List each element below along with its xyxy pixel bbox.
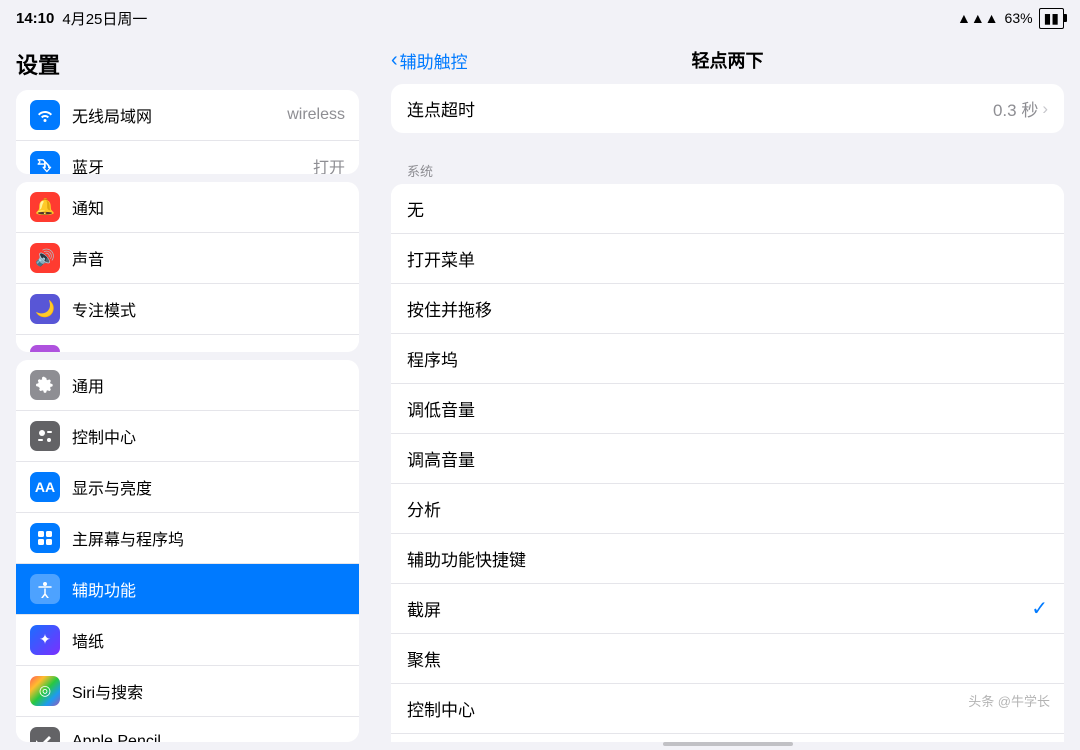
sounds-label: 声音 <box>72 246 345 270</box>
sidebar-item-notifications[interactable]: 🔔 通知 <box>16 182 359 233</box>
sidebar-item-wallpaper[interactable]: ✦ 墙纸 <box>16 615 359 666</box>
sidebar-item-applepencil[interactable]: Apple Pencil <box>16 717 359 742</box>
wifi-icon <box>30 100 60 130</box>
display-icon: AA <box>30 472 60 502</box>
menu-item-row[interactable]: 捏合和旋转 <box>391 734 1064 742</box>
bottom-bar <box>375 742 1080 750</box>
menu-item-label: 无 <box>407 196 1048 221</box>
wifi-icon: ▲▲▲ <box>957 10 999 26</box>
menu-item-row[interactable]: 分析 <box>391 484 1064 534</box>
menu-item-row[interactable]: 无 <box>391 184 1064 234</box>
nav-back-label: 辅助触控 <box>400 48 468 73</box>
applepencil-icon <box>30 727 60 742</box>
wifi-value: wireless <box>287 106 345 124</box>
status-bar: 14:10 4月25日周一 ▲▲▲ 63% ▮▮ <box>0 0 1080 36</box>
sidebar-group-system: 🔔 通知 🔊 声音 🌙 专注模式 ⏱ 屏幕使用时间 <box>16 182 359 351</box>
battery-icon: ▮▮ <box>1039 8 1064 29</box>
menu-item-label: 调高音量 <box>407 446 1048 471</box>
nav-header: ‹ 辅助触控 轻点两下 <box>375 36 1080 84</box>
sidebar-group-settings: 通用 控制中心 AA 显示与亮度 <box>16 360 359 742</box>
right-panel: ‹ 辅助触控 轻点两下 连点超时 0.3 秒 › 系统 无打开菜 <box>375 36 1080 750</box>
wallpaper-label: 墙纸 <box>72 628 345 652</box>
main-container: 设置 无线局域网 wireless ⮷ 蓝牙 打开 🔔 <box>0 36 1080 750</box>
control-icon <box>30 421 60 451</box>
chevron-left-icon: ‹ <box>391 49 398 72</box>
menu-item-row[interactable]: 调低音量 <box>391 384 1064 434</box>
sidebar-item-general[interactable]: 通用 <box>16 360 359 411</box>
accessibility-label: 辅助功能 <box>72 577 345 601</box>
sidebar-title: 设置 <box>0 36 375 90</box>
timeout-value-text: 0.3 秒 <box>993 96 1038 121</box>
sidebar-item-accessibility[interactable]: 辅助功能 <box>16 564 359 615</box>
bluetooth-label: 蓝牙 <box>72 154 313 174</box>
timeout-row[interactable]: 连点超时 0.3 秒 › <box>391 84 1064 133</box>
screentime-label: 屏幕使用时间 <box>72 348 345 351</box>
sounds-icon: 🔊 <box>30 243 60 273</box>
nav-back-button[interactable]: ‹ 辅助触控 <box>391 48 468 73</box>
sidebar-item-wifi[interactable]: 无线局域网 wireless <box>16 90 359 141</box>
display-label: 显示与亮度 <box>72 475 345 499</box>
wifi-label: 无线局域网 <box>72 103 287 127</box>
sidebar-item-focus[interactable]: 🌙 专注模式 <box>16 284 359 335</box>
control-label: 控制中心 <box>72 424 345 448</box>
timeout-group: 连点超时 0.3 秒 › <box>391 84 1064 133</box>
screentime-icon: ⏱ <box>30 345 60 351</box>
menu-item-label: 打开菜单 <box>407 246 1048 271</box>
homescreen-label: 主屏幕与程序坞 <box>72 526 345 550</box>
home-indicator <box>663 742 793 746</box>
bluetooth-value: 打开 <box>313 154 345 174</box>
bluetooth-icon: ⮷ <box>30 151 60 174</box>
menu-item-label: 辅助功能快捷键 <box>407 546 1048 571</box>
menu-item-row[interactable]: 控制中心 <box>391 684 1064 734</box>
menu-item-row[interactable]: 打开菜单 <box>391 234 1064 284</box>
menu-item-label: 程序坞 <box>407 346 1048 371</box>
wallpaper-icon: ✦ <box>30 625 60 655</box>
menu-item-row[interactable]: 辅助功能快捷键 <box>391 534 1064 584</box>
siri-label: Siri与搜索 <box>72 679 345 703</box>
content-area: 连点超时 0.3 秒 › 系统 无打开菜单按住并拖移程序坞调低音量调高音量分析辅… <box>375 84 1080 742</box>
menu-item-label: 控制中心 <box>407 696 1048 721</box>
menu-item-row[interactable]: 程序坞 <box>391 334 1064 384</box>
general-label: 通用 <box>72 373 345 397</box>
sidebar-item-sounds[interactable]: 🔊 声音 <box>16 233 359 284</box>
menu-item-label: 截屏 <box>407 596 1031 621</box>
notifications-label: 通知 <box>72 195 345 219</box>
notifications-icon: 🔔 <box>30 192 60 222</box>
checkmark-icon: ✓ <box>1031 596 1048 621</box>
menu-item-row[interactable]: 聚焦 <box>391 634 1064 684</box>
status-icons: ▲▲▲ 63% ▮▮ <box>957 8 1064 29</box>
sidebar-group-connectivity: 无线局域网 wireless ⮷ 蓝牙 打开 <box>16 90 359 174</box>
menu-item-label: 聚焦 <box>407 646 1048 671</box>
general-icon <box>30 370 60 400</box>
focus-label: 专注模式 <box>72 297 345 321</box>
menu-item-label: 分析 <box>407 496 1048 521</box>
sidebar-item-display[interactable]: AA 显示与亮度 <box>16 462 359 513</box>
sidebar-item-bluetooth[interactable]: ⮷ 蓝牙 打开 <box>16 141 359 174</box>
menu-items-group: 无打开菜单按住并拖移程序坞调低音量调高音量分析辅助功能快捷键截屏✓聚焦控制中心捏… <box>391 184 1064 742</box>
system-section-label: 系统 <box>391 153 1064 184</box>
accessibility-icon <box>30 574 60 604</box>
menu-item-label: 按住并拖移 <box>407 296 1048 321</box>
timeout-value: 0.3 秒 › <box>993 96 1048 121</box>
sidebar: 设置 无线局域网 wireless ⮷ 蓝牙 打开 🔔 <box>0 36 375 750</box>
menu-item-label: 调低音量 <box>407 396 1048 421</box>
siri-icon: ◎ <box>30 676 60 706</box>
menu-item-row[interactable]: 按住并拖移 <box>391 284 1064 334</box>
battery-percentage: 63% <box>1005 10 1033 26</box>
nav-title: 轻点两下 <box>692 47 764 73</box>
sidebar-item-screentime[interactable]: ⏱ 屏幕使用时间 <box>16 335 359 351</box>
status-date: 4月25日周一 <box>62 8 147 29</box>
homescreen-icon <box>30 523 60 553</box>
sidebar-item-control[interactable]: 控制中心 <box>16 411 359 462</box>
timeout-chevron-icon: › <box>1042 99 1048 119</box>
timeout-label: 连点超时 <box>407 96 993 121</box>
applepencil-label: Apple Pencil <box>72 733 345 742</box>
sidebar-item-siri[interactable]: ◎ Siri与搜索 <box>16 666 359 717</box>
menu-item-row[interactable]: 调高音量 <box>391 434 1064 484</box>
focus-icon: 🌙 <box>30 294 60 324</box>
menu-item-row[interactable]: 截屏✓ <box>391 584 1064 634</box>
status-time: 14:10 <box>16 10 54 27</box>
sidebar-item-homescreen[interactable]: 主屏幕与程序坞 <box>16 513 359 564</box>
